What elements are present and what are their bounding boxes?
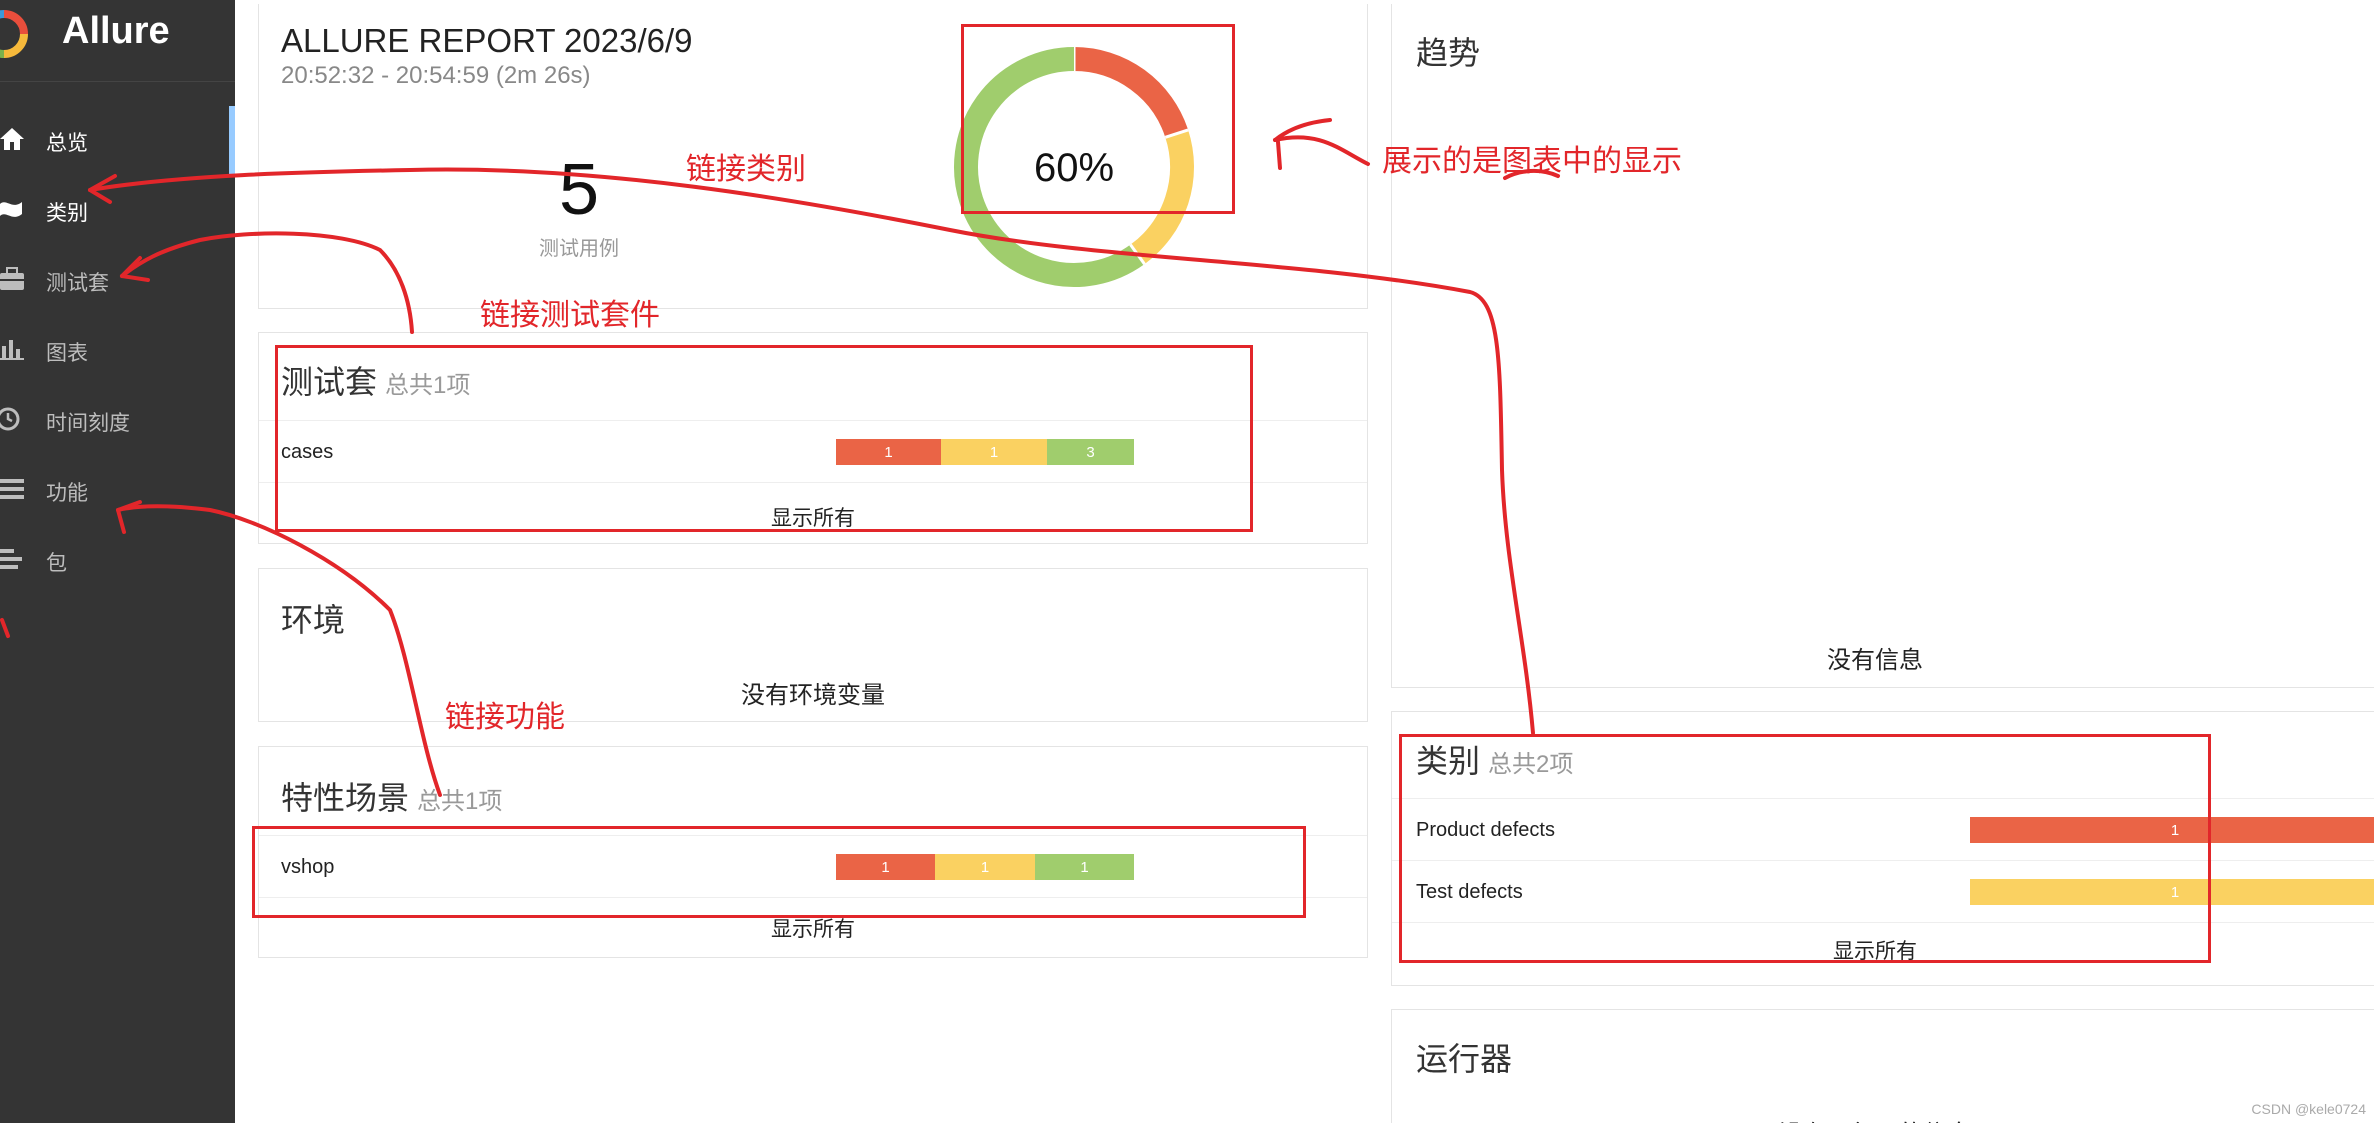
app-name: Allure: [62, 10, 170, 52]
report-title: ALLURE REPORT 2023/6/9: [281, 22, 693, 59]
flag-icon: [0, 202, 22, 217]
sidebar-item-suites[interactable]: 测试套: [0, 250, 235, 308]
sidebar-item-label: 包: [46, 552, 67, 575]
sidebar-item-label: 时间刻度: [46, 412, 130, 435]
test-case-count: 5: [558, 150, 600, 230]
sidebar-item-label: 功能: [46, 482, 88, 505]
annotation-box-categories: [1399, 734, 2211, 963]
sidebar-item-label: 类别: [46, 202, 88, 225]
annotation-box-features: [252, 826, 1306, 918]
features-title-text: 特性场景: [281, 780, 410, 816]
briefcase-icon: [0, 267, 24, 290]
sidebar-item-label: 总览: [46, 132, 88, 155]
page: Allure 总览 类别 测试套 图表 时间刻度 功能 包 ALLURE REP…: [0, 0, 2374, 1123]
sidebar-item-timeline[interactable]: 时间刻度: [0, 390, 235, 448]
annotation-link-categories: 链接类别: [686, 153, 806, 186]
sidebar: Allure 总览 类别 测试套 图表 时间刻度 功能 包: [0, 0, 235, 1123]
annotation-link-suites: 链接测试套件: [480, 299, 660, 332]
sidebar-item-packages[interactable]: 包: [0, 530, 235, 588]
sidebar-item-behaviors[interactable]: 功能: [0, 460, 235, 518]
trend-empty: 没有信息: [1827, 647, 1923, 674]
features-title: 特性场景 总共1项: [281, 773, 502, 819]
list-icon: [0, 479, 24, 499]
clock-icon: [0, 407, 20, 431]
allure-logo-icon: [0, 10, 28, 58]
sidebar-item-categories[interactable]: 类别: [0, 180, 235, 238]
executors-widget: 运行器 没有运行器的信息: [1391, 1009, 2374, 1123]
home-icon: [0, 128, 24, 150]
align-left-icon: [0, 549, 22, 569]
report-time: 20:52:32 - 20:54:59 (2m 26s): [281, 62, 591, 89]
trend-title: 趋势: [1416, 35, 1481, 71]
sidebar-item-label: 测试套: [46, 272, 109, 295]
trend-widget: 趋势 没有信息: [1391, 4, 2374, 688]
bar-chart-icon: [0, 340, 24, 360]
sidebar-item-overview[interactable]: 总览: [0, 110, 235, 168]
annotation-chart-note: 展示的是图表中的显示: [1382, 145, 1682, 178]
test-case-label: 测试用例: [539, 238, 619, 260]
executors-empty: 没有运行器的信息: [1392, 1114, 2358, 1123]
annotation-box-suites: [275, 345, 1253, 532]
environment-title: 环境: [281, 602, 346, 638]
watermark: CSDN @kele0724: [2251, 1101, 2366, 1117]
executors-title: 运行器: [1416, 1041, 1513, 1077]
features-count: 总共1项: [417, 788, 503, 815]
sidebar-item-graphs[interactable]: 图表: [0, 320, 235, 378]
sidebar-item-label: 图表: [46, 342, 88, 365]
annotation-box-chart: [961, 24, 1235, 214]
environment-widget: 环境 没有环境变量: [258, 568, 1368, 722]
annotation-link-features: 链接功能: [445, 701, 565, 734]
brand[interactable]: Allure: [0, 0, 235, 82]
environment-empty: 没有环境变量: [741, 682, 885, 709]
